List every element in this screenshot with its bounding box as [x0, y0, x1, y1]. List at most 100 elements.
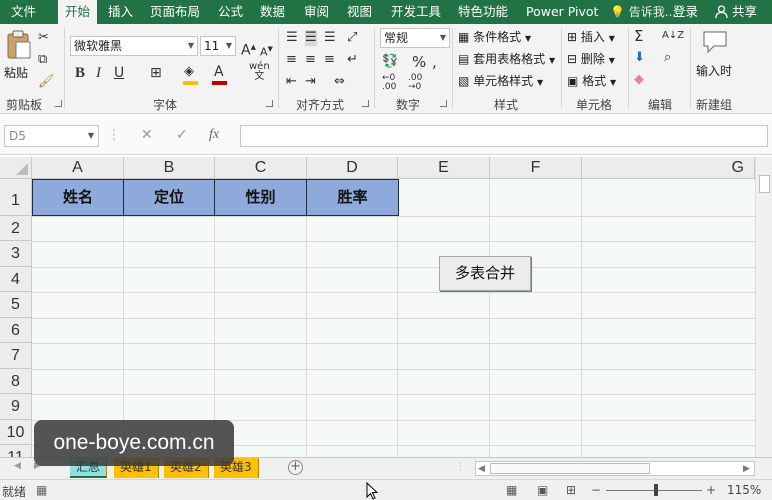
number-format-combo[interactable]: 常规 ▼	[380, 28, 450, 48]
cell-c1[interactable]: 性别	[214, 179, 307, 216]
row-header-9[interactable]: 9	[0, 394, 32, 420]
column-header-d[interactable]: D	[307, 157, 398, 179]
column-header-g[interactable]: G	[582, 157, 755, 179]
insert-cells-button[interactable]: ⊞ 插入 ▼	[567, 28, 615, 45]
merge-sheets-button[interactable]: 多表合并	[439, 256, 531, 291]
row-header-10[interactable]: 10	[0, 420, 32, 445]
tab-home[interactable]: 开始	[58, 0, 98, 24]
row-header-7[interactable]: 7	[0, 343, 32, 369]
macro-record-icon[interactable]: ▦	[36, 483, 47, 497]
find-select-icon[interactable]: ⌕	[664, 50, 671, 66]
scroll-right-icon[interactable]: ▶	[743, 464, 750, 474]
conditional-formatting-button[interactable]: ▦ 条件格式 ▼	[458, 28, 531, 45]
prev-sheet-icon[interactable]: ◀	[14, 461, 21, 471]
horizontal-scroll-thumb[interactable]	[490, 463, 650, 474]
align-bottom-icon[interactable]: ☰	[324, 30, 336, 46]
font-name-combo[interactable]: 微软雅黑 ▼	[70, 36, 198, 56]
borders-icon[interactable]: ⊞	[150, 65, 162, 81]
increase-indent-icon[interactable]: ⇥	[305, 74, 316, 90]
percent-icon[interactable]: %	[412, 54, 426, 70]
tab-data[interactable]: 数据	[253, 0, 292, 24]
tab-review[interactable]: 审阅	[297, 0, 336, 24]
tab-view[interactable]: 视图	[340, 0, 379, 24]
page-layout-view-icon[interactable]: ▣	[537, 483, 548, 497]
copy-icon[interactable]: ⧉	[38, 52, 47, 68]
vertical-scrollbar[interactable]	[755, 157, 772, 457]
share-button[interactable]: 共享	[709, 0, 772, 24]
column-header-e[interactable]: E	[398, 157, 490, 179]
fill-down-icon[interactable]: ⬇	[634, 50, 645, 66]
orientation-icon[interactable]: ⤢	[347, 30, 357, 46]
font-launcher[interactable]	[266, 100, 273, 107]
cell-styles-button[interactable]: ▧ 单元格样式 ▼	[458, 72, 543, 89]
column-header-c[interactable]: C	[215, 157, 307, 179]
align-middle-icon[interactable]: ☰	[305, 30, 317, 46]
align-top-icon[interactable]: ☰	[286, 30, 298, 46]
formula-input[interactable]	[240, 125, 768, 147]
format-cells-button[interactable]: ▣ 格式 ▼	[567, 72, 616, 89]
italic-icon[interactable]: I	[96, 65, 101, 81]
tab-file[interactable]: 文件	[4, 0, 43, 24]
login-link[interactable]: 登录	[673, 0, 698, 24]
align-center-icon[interactable]: ≡	[305, 52, 316, 68]
cell-d1[interactable]: 胜率	[306, 179, 399, 216]
currency-icon[interactable]: 💱	[382, 54, 398, 70]
sort-filter-icon[interactable]: A↓Z	[662, 28, 684, 44]
cell-a1[interactable]: 姓名	[32, 179, 124, 216]
tab-power-pivot[interactable]: Power Pivot	[519, 0, 605, 24]
decrease-decimal-icon[interactable]: .00 →0	[408, 74, 422, 92]
merge-center-icon[interactable]: ⇔	[334, 74, 345, 90]
bold-icon[interactable]: B	[75, 65, 85, 81]
font-size-combo[interactable]: 11 ▼	[200, 36, 236, 56]
decrease-indent-icon[interactable]: ⇤	[286, 74, 297, 90]
phonetic-icon[interactable]: wén 文	[249, 62, 270, 82]
add-sheet-icon[interactable]: +	[288, 460, 303, 475]
increase-decimal-icon[interactable]: ←0.00	[382, 74, 396, 92]
tab-insert[interactable]: 插入	[101, 0, 140, 24]
align-left-icon[interactable]: ≡	[286, 52, 297, 68]
format-painter-icon[interactable]: 🖌	[38, 74, 55, 90]
row-header-8[interactable]: 8	[0, 369, 32, 394]
name-box[interactable]: D5 ▼	[4, 125, 99, 147]
horizontal-scrollbar[interactable]: ◀ ▶	[475, 461, 755, 476]
row-header-1[interactable]: 1	[0, 179, 32, 216]
row-header-6[interactable]: 6	[0, 318, 32, 343]
cell-b1[interactable]: 定位	[123, 179, 215, 216]
enter-check-icon[interactable]: ✓	[176, 127, 188, 143]
clear-eraser-icon[interactable]: ◆	[634, 72, 644, 88]
zoom-slider-thumb[interactable]	[654, 484, 658, 496]
column-header-f[interactable]: F	[490, 157, 582, 179]
tab-page-layout[interactable]: 页面布局	[143, 0, 207, 24]
column-header-b[interactable]: B	[124, 157, 215, 179]
delete-cells-button[interactable]: ⊟ 删除 ▼	[567, 50, 615, 67]
zoom-in-icon[interactable]: +	[706, 483, 716, 497]
zoom-out-icon[interactable]: −	[591, 483, 601, 497]
zoom-level[interactable]: 115%	[727, 483, 761, 497]
clipboard-launcher[interactable]	[55, 100, 62, 107]
alignment-launcher[interactable]	[362, 100, 369, 107]
insert-function-icon[interactable]: fx	[209, 127, 219, 143]
tab-special-features[interactable]: 特色功能	[451, 0, 515, 24]
page-break-view-icon[interactable]: ⊞	[566, 483, 576, 497]
tab-developer[interactable]: 开发工具	[384, 0, 448, 24]
autosum-icon[interactable]: Σ	[634, 28, 643, 44]
worksheet-grid[interactable]: A B C D E F G 1 2 3 4 5 6 7 8 9 10 11 姓名…	[0, 157, 772, 457]
number-launcher[interactable]	[440, 100, 447, 107]
align-right-icon[interactable]: ≡	[324, 52, 335, 68]
decrease-font-icon[interactable]: A▼	[260, 41, 273, 61]
cut-icon[interactable]: ✂	[38, 30, 49, 46]
increase-font-icon[interactable]: A▲	[241, 39, 256, 59]
underline-icon[interactable]: U	[114, 65, 124, 81]
select-all-corner[interactable]	[0, 157, 32, 179]
tab-formulas[interactable]: 公式	[211, 0, 250, 24]
cancel-icon[interactable]: ✕	[141, 127, 153, 143]
vertical-scroll-thumb[interactable]	[759, 175, 770, 193]
row-header-4[interactable]: 4	[0, 267, 32, 292]
row-header-11[interactable]: 11	[0, 445, 32, 457]
column-header-a[interactable]: A	[32, 157, 124, 179]
scroll-left-icon[interactable]: ◀	[478, 464, 485, 474]
wrap-text-icon[interactable]: ↵	[347, 52, 358, 68]
tell-me-search[interactable]: 💡 告诉我...	[610, 0, 676, 24]
comma-style-icon[interactable]: ,	[432, 54, 437, 70]
row-header-3[interactable]: 3	[0, 241, 32, 267]
